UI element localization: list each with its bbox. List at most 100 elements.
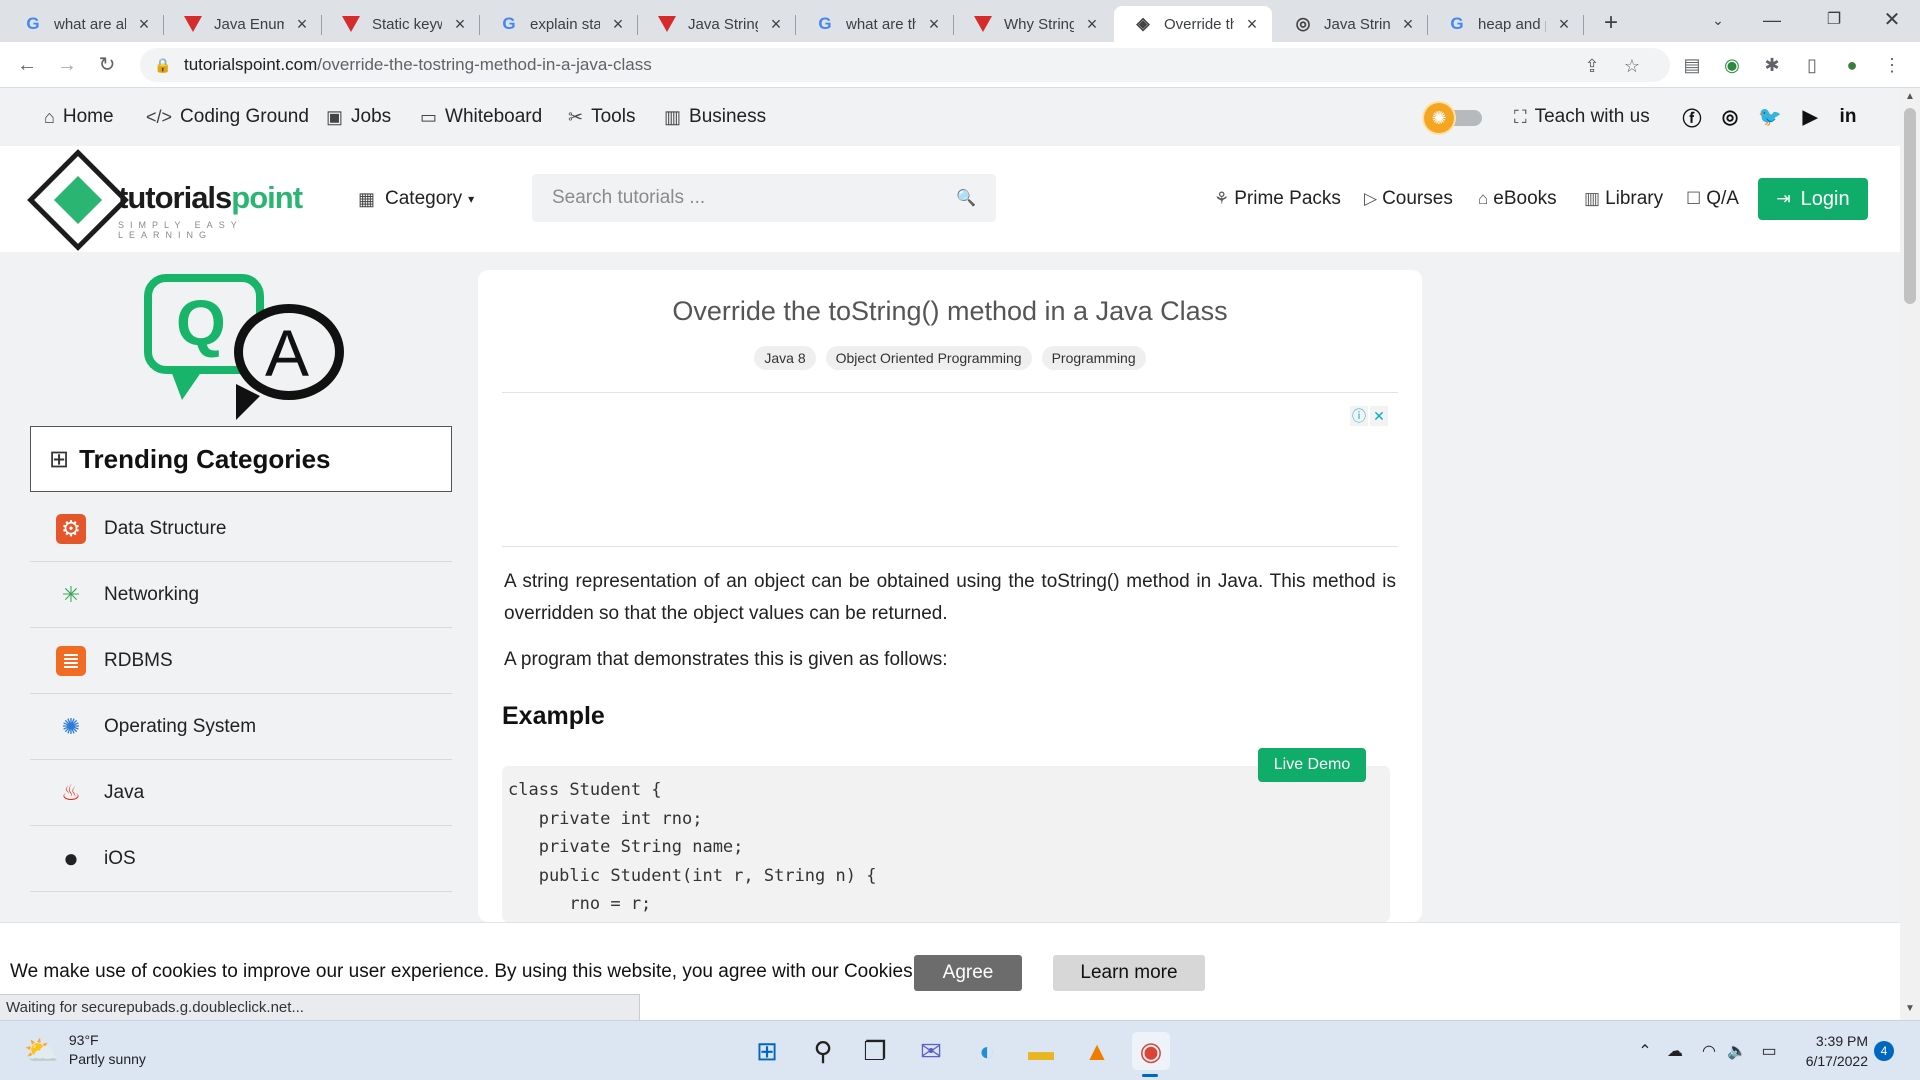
close-window-button[interactable]: ✕ (1864, 0, 1920, 40)
linkedin-icon[interactable]: in (1836, 105, 1860, 129)
browser-tab[interactable]: G explain stat × (480, 6, 638, 42)
profile-avatar[interactable]: ● (1840, 53, 1864, 77)
new-tab-button[interactable]: + (1596, 8, 1626, 38)
tag-chip[interactable]: Object Oriented Programming (825, 346, 1032, 370)
chat-icon: ☐ (1686, 189, 1702, 208)
category-dropdown[interactable]: ▦ Category ▾ (358, 188, 474, 210)
nav-jobs[interactable]: ▣ Jobs (326, 105, 391, 129)
forward-button[interactable]: → (53, 51, 81, 79)
learn-more-button[interactable]: Learn more (1053, 955, 1205, 991)
search-input[interactable] (552, 187, 957, 209)
browser-tab[interactable]: Java String × (638, 6, 796, 42)
wifi-icon[interactable]: ◠ (1698, 1041, 1720, 1063)
close-icon[interactable]: × (292, 14, 312, 34)
link-label: Prime Packs (1234, 188, 1341, 209)
browser-tab[interactable]: ◎ Java String × (1274, 6, 1428, 42)
library-link[interactable]: ▥ Library (1584, 188, 1663, 210)
close-icon[interactable]: × (1242, 14, 1262, 34)
search-icon[interactable]: 🔍 (956, 188, 976, 208)
browser-tab[interactable]: Why String × (954, 6, 1112, 42)
close-icon[interactable]: × (134, 14, 154, 34)
agree-button[interactable]: Agree (914, 955, 1022, 991)
courses-link[interactable]: ▷ Courses (1364, 188, 1453, 210)
live-demo-button[interactable]: Live Demo (1258, 748, 1366, 782)
extension-reader-icon[interactable]: ▤ (1680, 53, 1704, 77)
category-item-ios[interactable]: ● iOS (30, 826, 452, 892)
edge-browser-icon[interactable]: ◐ (968, 1032, 1006, 1070)
browser-tab-active[interactable]: ◈ Override th × (1114, 6, 1272, 42)
scroll-down-arrow-icon[interactable]: ▼ (1900, 1000, 1920, 1018)
system-clock[interactable]: 3:39 PM 6/17/2022 (1796, 1031, 1868, 1071)
close-icon[interactable]: × (1082, 14, 1102, 34)
theme-toggle[interactable]: ✺ (1424, 103, 1484, 133)
url-field[interactable]: 🔒 tutorialspoint.com/override-the-tostri… (140, 48, 1670, 82)
close-icon[interactable]: × (924, 14, 944, 34)
reload-button[interactable]: ↻ (93, 51, 121, 79)
vlc-icon[interactable]: ▲ (1078, 1032, 1116, 1070)
nav-business[interactable]: ▥ Business (664, 105, 766, 129)
minimize-button[interactable]: — (1744, 0, 1800, 40)
ad-close-icon[interactable]: ✕ (1370, 406, 1388, 426)
onedrive-cloud-icon[interactable]: ☁ (1664, 1041, 1686, 1063)
twitter-icon[interactable]: 🐦 (1758, 105, 1782, 129)
scroll-up-arrow-icon[interactable]: ▲ (1900, 88, 1920, 106)
tutorialspoint-logo[interactable]: tutorialspoint SIMPLY EASY LEARNING (27, 149, 332, 251)
browser-tab[interactable]: Static keyw × (322, 6, 480, 42)
task-view-icon[interactable]: ❐ (856, 1032, 894, 1070)
share-icon[interactable]: ⇪ (1580, 54, 1604, 78)
code-content: class Student { private int rno; private… (508, 776, 1384, 919)
side-panel-icon[interactable]: ▯ (1800, 53, 1824, 77)
weather-widget[interactable]: ⛅ 93°F Partly sunny (24, 1031, 146, 1069)
browser-tab[interactable]: Java Enum × (164, 6, 322, 42)
category-item-operating-system[interactable]: ✺ Operating System (30, 694, 452, 760)
battery-icon[interactable]: ▭ (1758, 1041, 1780, 1063)
browser-tab[interactable]: G what are all × (4, 6, 164, 42)
prime-packs-link[interactable]: ⚘ Prime Packs (1214, 188, 1341, 210)
menu-kebab-icon[interactable]: ⋮ (1880, 53, 1904, 77)
category-item-java[interactable]: ♨ Java (30, 760, 452, 826)
nav-tools[interactable]: ✂ Tools (568, 105, 635, 129)
nav-home[interactable]: ⌂ Home (44, 105, 114, 129)
chrome-icon[interactable]: ◉ (1132, 1032, 1170, 1070)
chat-icon[interactable]: ✉ (912, 1032, 950, 1070)
extension-globe-icon[interactable]: ◉ (1720, 53, 1744, 77)
file-explorer-icon[interactable]: ▬ (1022, 1032, 1060, 1070)
ad-info-icon[interactable]: ⓘ (1350, 406, 1368, 426)
tab-search-chevron-icon[interactable]: ⌄ (1690, 0, 1746, 40)
notification-badge[interactable]: 4 (1874, 1041, 1894, 1061)
bookmark-star-icon[interactable]: ☆ (1620, 54, 1644, 78)
teach-with-us-link[interactable]: ⛶ Teach with us (1514, 105, 1650, 129)
close-icon[interactable]: × (608, 14, 628, 34)
back-button[interactable]: ← (13, 51, 41, 79)
windows-start-icon[interactable]: ⊞ (748, 1032, 786, 1070)
tab-title: explain stat (530, 15, 600, 33)
youtube-icon[interactable]: ▶ (1798, 105, 1822, 129)
page-scrollbar[interactable]: ▲ ▼ (1900, 88, 1920, 1020)
close-icon[interactable]: × (1554, 14, 1574, 34)
volume-icon[interactable]: 🔈 (1726, 1041, 1748, 1063)
search-icon[interactable]: ⚲ (804, 1032, 842, 1070)
close-icon[interactable]: × (1398, 14, 1418, 34)
ebooks-link[interactable]: ⌂ eBooks (1478, 188, 1557, 210)
browser-tab[interactable]: G heap and p × (1428, 6, 1584, 42)
qa-link[interactable]: ☐ Q/A (1686, 188, 1739, 210)
extensions-puzzle-icon[interactable]: ✱ (1760, 53, 1784, 77)
tag-chip[interactable]: Programming (1041, 346, 1146, 370)
category-item-networking[interactable]: ✳ Networking (30, 562, 452, 628)
tag-chip[interactable]: Java 8 (754, 346, 816, 370)
show-hidden-icons-icon[interactable]: ⌃ (1634, 1041, 1656, 1063)
close-icon[interactable]: × (766, 14, 786, 34)
close-icon[interactable]: × (450, 14, 470, 34)
login-button[interactable]: ⇥ Login (1758, 178, 1868, 220)
category-item-data-structure[interactable]: ⚙ Data Structure (30, 496, 452, 562)
browser-tab[interactable]: G what are th × (796, 6, 954, 42)
category-label: Networking (104, 583, 200, 605)
category-item-rdbms[interactable]: ≣ RDBMS (30, 628, 452, 694)
divider (502, 546, 1398, 547)
nav-whiteboard[interactable]: ▭ Whiteboard (420, 105, 542, 129)
facebook-icon[interactable]: ⓕ (1680, 105, 1704, 130)
instagram-icon[interactable]: ◎ (1718, 105, 1742, 129)
nav-coding-ground[interactable]: </> Coding Ground (146, 105, 309, 129)
scroll-thumb[interactable] (1904, 108, 1916, 304)
restore-button[interactable]: ❐ (1806, 0, 1862, 40)
